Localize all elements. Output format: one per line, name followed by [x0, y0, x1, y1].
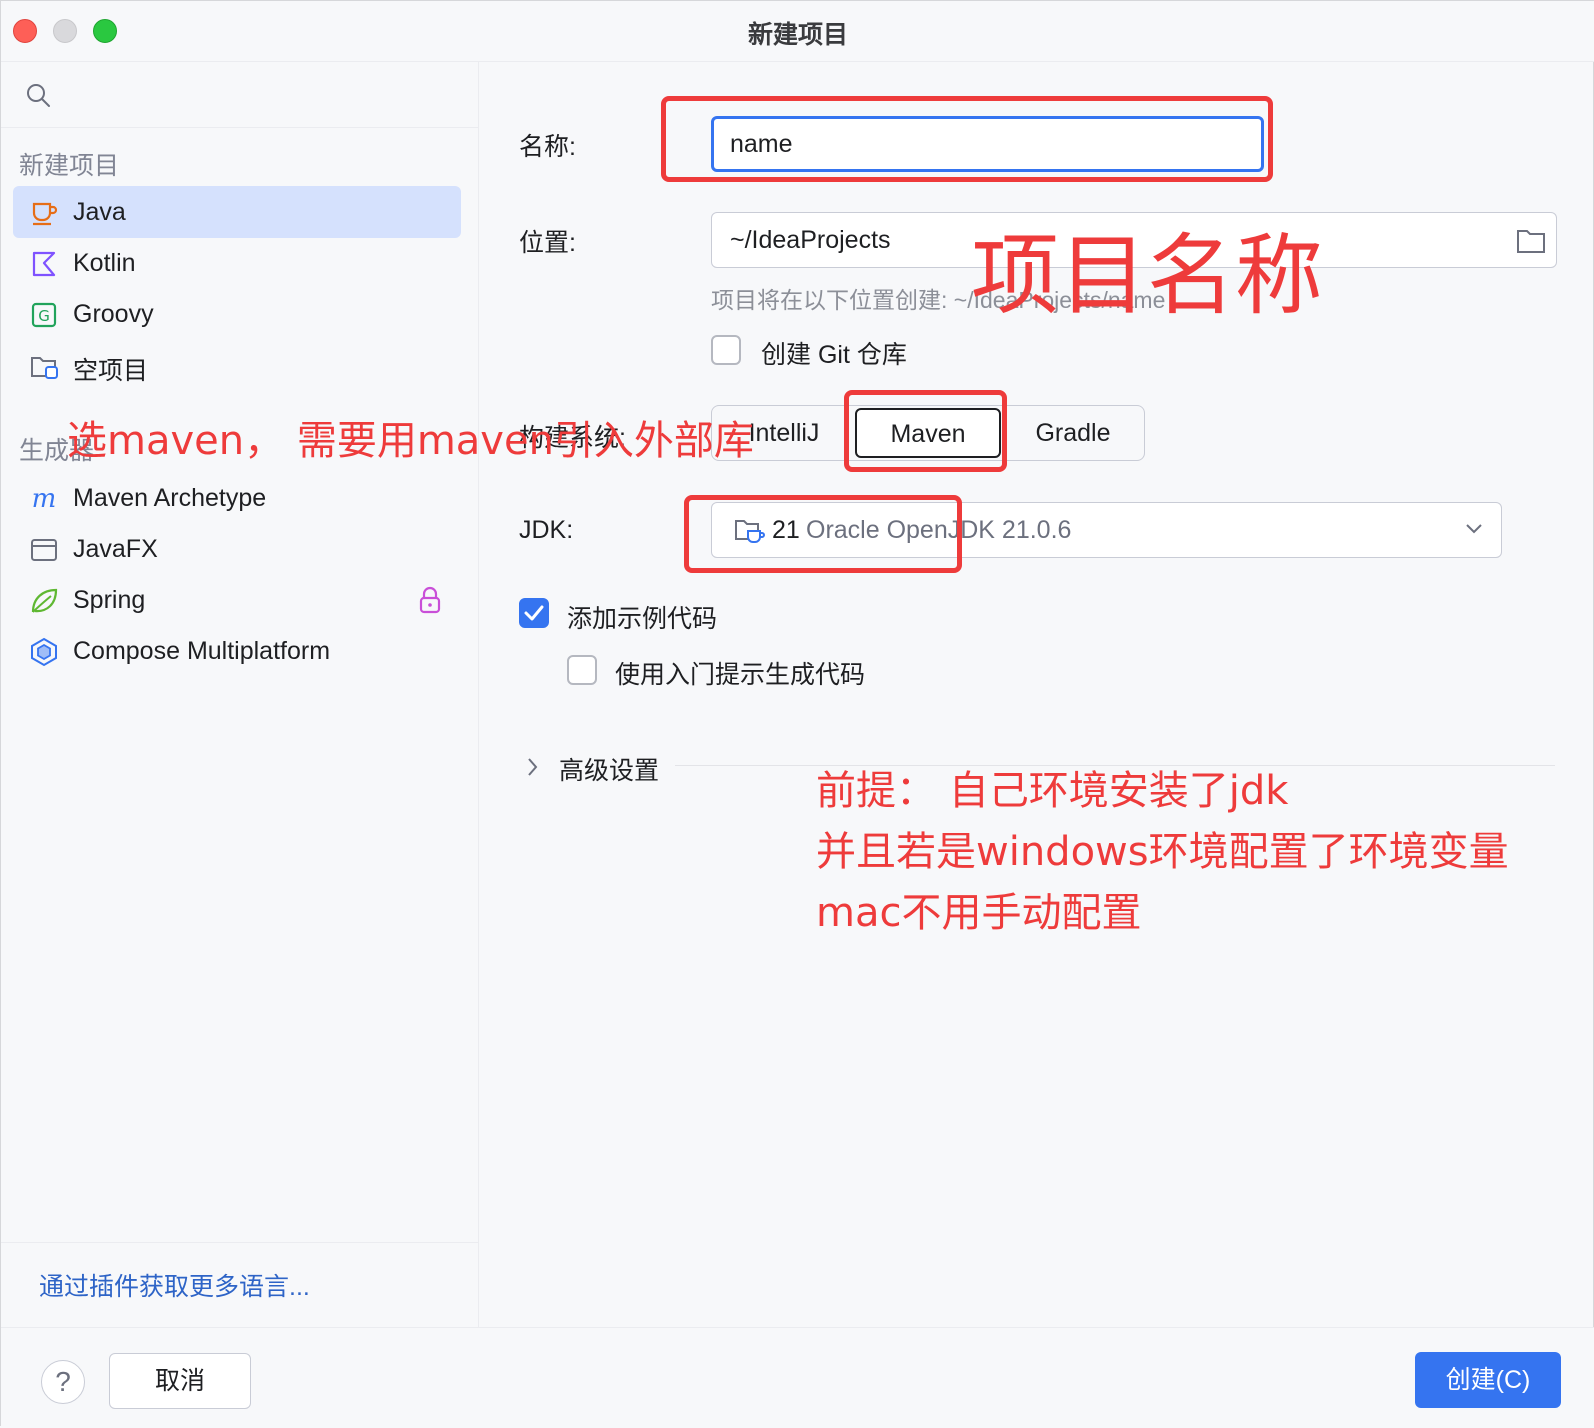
sidebar-item-maven-archetype[interactable]: m Maven Archetype — [13, 472, 461, 524]
search-icon — [27, 84, 50, 107]
chevron-down-icon — [1466, 524, 1482, 534]
svg-text:m: m — [32, 484, 57, 514]
kotlin-icon — [32, 251, 56, 277]
build-option-maven[interactable]: Maven — [855, 408, 1001, 458]
jdk-select[interactable]: 21 Oracle OpenJDK 21.0.6 — [711, 502, 1502, 558]
sidebar-search — [1, 62, 478, 128]
sidebar-item-java[interactable]: Java — [13, 186, 461, 238]
sidebar-item-label: Spring — [73, 586, 146, 614]
project-name-input[interactable] — [711, 116, 1264, 172]
sidebar-item-javafx[interactable]: JavaFX — [13, 523, 461, 575]
annotation-project-name: 项目名称 — [971, 224, 1324, 327]
maven-icon: m — [32, 484, 57, 514]
spring-leaf-icon — [31, 588, 58, 613]
checkmark-icon — [524, 605, 544, 621]
location-label: 位置: — [519, 229, 576, 257]
folder-icon[interactable] — [1516, 228, 1546, 254]
sidebar-item-label: Kotlin — [73, 249, 136, 277]
java-cup-icon — [32, 202, 58, 226]
dialog-footer: ? 取消 创建(C) — [1, 1327, 1594, 1428]
sidebar-divider — [1, 1242, 478, 1243]
annotation-note-line2: 并且若是windows环境配置了环境变量 — [816, 829, 1509, 875]
chevron-right-icon — [528, 758, 538, 776]
build-system-segmented: IntelliJ Maven Gradle — [711, 405, 1145, 461]
help-button[interactable]: ? — [41, 1360, 85, 1404]
name-label: 名称: — [519, 133, 576, 161]
compose-hexagon-icon — [31, 637, 57, 667]
sidebar-item-label: Groovy — [73, 300, 154, 328]
window-title: 新建项目 — [747, 21, 848, 49]
annotation-note-line1: 前提： 自己环境安装了jdk — [816, 768, 1289, 814]
sidebar-item-empty-project[interactable]: 空项目 — [13, 339, 461, 391]
sidebar: 新建项目 Java Kotlin G Groovy 空项目 生成器 m Mave… — [1, 62, 479, 1327]
annotation-note-line3: mac不用手动配置 — [816, 890, 1142, 936]
advanced-settings-label: 高级设置 — [559, 757, 660, 785]
javafx-window-icon — [31, 539, 57, 561]
create-git-checkbox[interactable] — [711, 335, 741, 365]
sidebar-item-compose-multiplatform[interactable]: Compose Multiplatform — [13, 625, 461, 677]
onboarding-tips-label: 使用入门提示生成代码 — [615, 661, 866, 689]
title-bar: 新建项目 — [1, 1, 1594, 62]
create-button[interactable]: 创建(C) — [1415, 1352, 1561, 1408]
sidebar-item-spring[interactable]: Spring — [13, 574, 461, 626]
sidebar-item-groovy[interactable]: G Groovy — [13, 288, 461, 340]
new-project-dialog: 新建项目 新建项目 Java Kotlin G Groovy 空项目 生成器 m… — [0, 0, 1594, 1428]
add-sample-code-label: 添加示例代码 — [567, 605, 718, 633]
empty-project-icon — [31, 357, 58, 379]
sidebar-search-input[interactable] — [61, 74, 465, 116]
annotation-choose-maven: 选maven， 需要用maven引入外部库 — [67, 418, 754, 464]
sidebar-item-label: JavaFX — [73, 535, 158, 563]
build-option-gradle[interactable]: Gradle — [1001, 406, 1145, 460]
cancel-button[interactable]: 取消 — [109, 1353, 251, 1409]
sidebar-item-label: Java — [73, 198, 126, 226]
groovy-icon: G — [31, 302, 57, 328]
svg-text:G: G — [38, 307, 50, 325]
get-more-languages-link[interactable]: 通过插件获取更多语言... — [39, 1267, 310, 1303]
jdk-description: Oracle OpenJDK 21.0.6 — [806, 516, 1072, 544]
add-sample-code-checkbox[interactable] — [519, 598, 549, 628]
sidebar-item-label: Compose Multiplatform — [73, 637, 331, 665]
sidebar-item-kotlin[interactable]: Kotlin — [13, 237, 461, 289]
sidebar-item-label: Maven Archetype — [73, 484, 267, 512]
jdk-folder-cup-icon — [735, 520, 765, 543]
group-title-new-project: 新建项目 — [19, 152, 120, 180]
lock-icon — [419, 586, 441, 614]
create-git-label: 创建 Git 仓库 — [761, 341, 907, 369]
jdk-version: 21 — [772, 516, 800, 544]
sidebar-item-label: 空项目 — [73, 357, 149, 385]
onboarding-tips-checkbox[interactable] — [567, 655, 597, 685]
jdk-label: JDK: — [519, 516, 574, 544]
